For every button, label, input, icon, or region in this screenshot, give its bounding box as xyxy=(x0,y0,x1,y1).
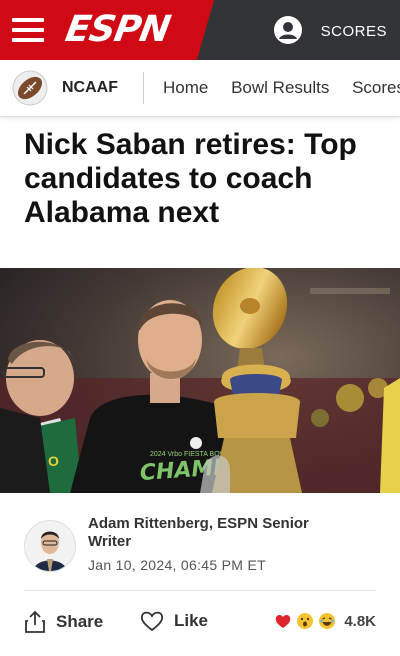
league-subnav: NCAAF Home Bowl Results Scores xyxy=(0,60,400,117)
svg-text:O: O xyxy=(48,453,59,469)
byline-divider xyxy=(24,590,376,591)
top-header-bar: ESPN SCORES xyxy=(0,0,400,60)
subnav-divider xyxy=(143,72,144,104)
article-actions: Share Like 4.8K xyxy=(24,608,376,638)
share-icon xyxy=(25,610,45,633)
publish-date: Jan 10, 2024, 06:45 PM ET xyxy=(88,557,266,573)
like-button[interactable]: Like xyxy=(140,610,208,632)
reaction-summary[interactable]: 4.8K xyxy=(274,612,376,630)
heart-outline-icon xyxy=(140,611,164,632)
league-name[interactable]: NCAAF xyxy=(62,79,118,97)
reaction-count: 4.8K xyxy=(344,612,376,630)
subnav-link-bowl-results[interactable]: Bowl Results xyxy=(231,78,329,97)
laugh-emoji-icon xyxy=(319,613,336,629)
account-icon[interactable] xyxy=(274,16,302,44)
menu-icon[interactable] xyxy=(12,18,44,42)
share-button[interactable]: Share xyxy=(24,610,103,634)
football-icon xyxy=(12,70,48,106)
share-label: Share xyxy=(56,612,104,631)
heart-emoji-icon xyxy=(276,614,291,628)
author-name[interactable]: Adam Rittenberg, ESPN Senior Writer xyxy=(88,515,348,551)
hero-image[interactable]: O 2024 Vrbo FIESTA BOWL CHAMPS xyxy=(0,268,400,493)
like-label: Like xyxy=(174,611,209,630)
subnav-link-scores[interactable]: Scores xyxy=(352,78,400,97)
espn-logo[interactable]: ESPN xyxy=(62,9,172,50)
subnav-links: Home Bowl Results Scores xyxy=(163,78,400,98)
scores-link[interactable]: SCORES xyxy=(321,23,387,40)
subnav-link-home[interactable]: Home xyxy=(163,78,208,97)
article-headline: Nick Saban retires: Top candidates to co… xyxy=(24,128,357,229)
article-byline: Adam Rittenberg, ESPN Senior Writer Jan … xyxy=(24,515,384,575)
wow-emoji-icon xyxy=(297,613,314,629)
hero-photo-illustration: O 2024 Vrbo FIESTA BOWL CHAMPS xyxy=(0,268,400,493)
author-avatar[interactable] xyxy=(24,520,76,572)
